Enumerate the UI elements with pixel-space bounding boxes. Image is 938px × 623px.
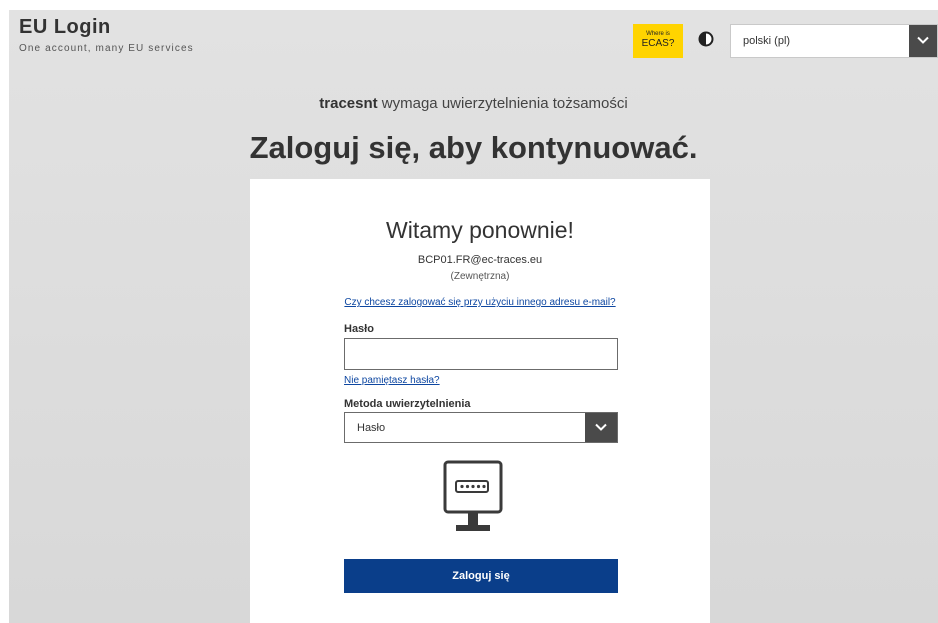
auth-message: wymaga uwierzytelnienia tożsamości bbox=[377, 95, 628, 112]
auth-method-label: Metoda uwierzytelnienia bbox=[344, 398, 471, 410]
page-title: Zaloguj się, aby kontynuować. bbox=[249, 130, 698, 165]
other-email-link[interactable]: Czy chcesz zalogować się przy użyciu inn… bbox=[250, 297, 710, 308]
language-select[interactable]: polski (pl) bbox=[730, 24, 938, 58]
auth-method-select[interactable]: Hasło bbox=[344, 412, 618, 443]
forgot-password-link[interactable]: Nie pamiętasz hasła? bbox=[344, 375, 440, 386]
password-field[interactable] bbox=[344, 338, 618, 370]
password-screen-icon bbox=[443, 460, 503, 538]
page-frame: EU Login One account, many EU services W… bbox=[9, 10, 938, 623]
chevron-down-icon bbox=[909, 25, 937, 57]
ecas-line2: ECAS? bbox=[641, 38, 675, 49]
chevron-down-icon bbox=[585, 413, 617, 442]
ecas-line1: Where is bbox=[646, 31, 670, 37]
auth-required-line: tracesnt wymaga uwierzytelnienia tożsamo… bbox=[9, 95, 938, 112]
where-is-ecas-button[interactable]: Where is ECAS? bbox=[633, 24, 683, 58]
login-button[interactable]: Zaloguj się bbox=[344, 559, 618, 593]
user-email: BCP01.FR@ec-traces.eu bbox=[417, 254, 543, 266]
contrast-icon[interactable] bbox=[698, 31, 714, 47]
brand-subtitle: One account, many EU services bbox=[19, 43, 194, 54]
header: EU Login One account, many EU services W… bbox=[9, 10, 938, 62]
auth-method-value: Hasło bbox=[357, 422, 386, 434]
welcome-heading: Witamy ponownie! bbox=[386, 217, 574, 243]
account-type: (Zewnętrzna) bbox=[450, 271, 510, 282]
service-name: tracesnt bbox=[319, 95, 378, 112]
language-select-value: polski (pl) bbox=[743, 35, 791, 47]
brand-title: EU Login bbox=[19, 16, 111, 38]
password-label: Hasło bbox=[344, 323, 374, 335]
login-card: Witamy ponownie! BCP01.FR@ec-traces.eu (… bbox=[250, 179, 710, 623]
